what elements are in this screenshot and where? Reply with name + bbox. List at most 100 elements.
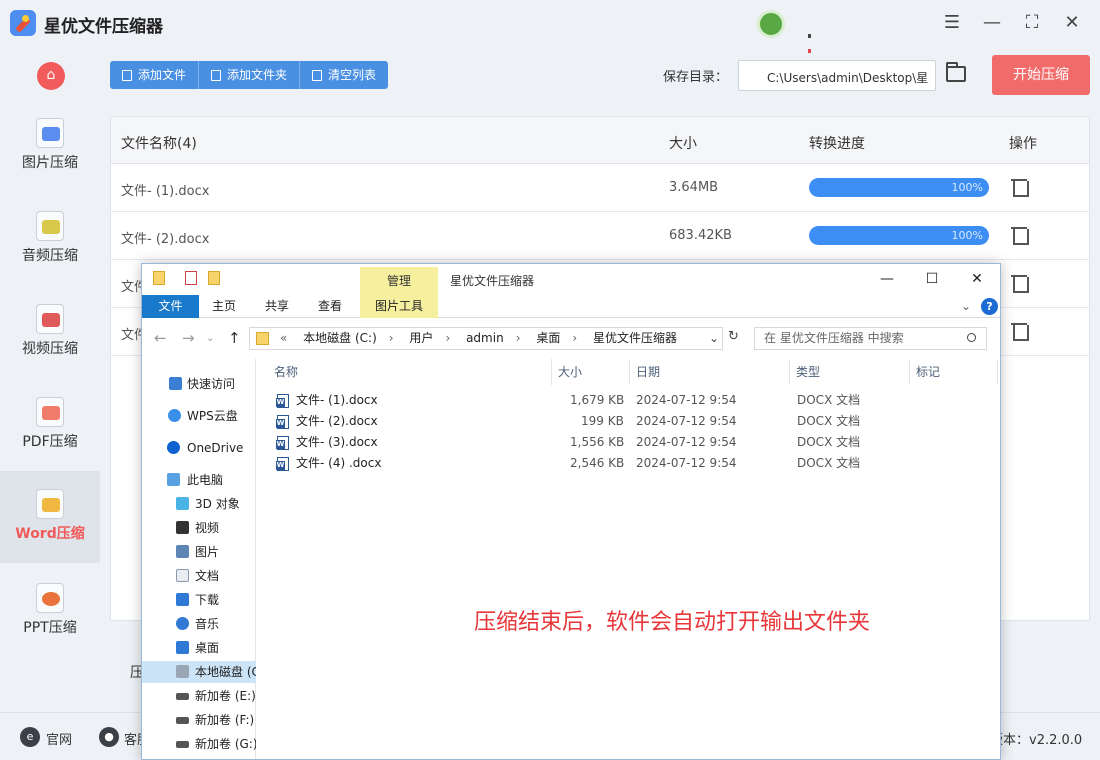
clear-list-button[interactable]: 清空列表 xyxy=(300,61,388,89)
table-row[interactable]: 文件- (2).docx 683.42KB 100% xyxy=(111,212,1089,260)
nav-desktop[interactable]: 桌面 xyxy=(142,637,256,659)
nav-onedrive[interactable]: OneDrive xyxy=(142,437,256,459)
picture-folder-icon xyxy=(176,545,189,558)
breadcrumb-item[interactable]: 星优文件压缩器 xyxy=(593,331,677,345)
progress-text: 100% xyxy=(951,181,983,194)
drive-icon xyxy=(176,741,189,748)
ppt-compress-icon xyxy=(36,583,64,613)
maximize-icon[interactable]: ⛶ xyxy=(1019,10,1045,36)
breadcrumb-item[interactable]: 桌面 xyxy=(536,331,560,345)
nav-drive-e[interactable]: 新加卷 (E:) xyxy=(142,685,256,707)
add-folder-button[interactable]: 添加文件夹 xyxy=(199,61,301,89)
user-info[interactable] xyxy=(808,27,918,53)
col-header-date[interactable]: 日期 xyxy=(630,359,790,385)
clear-list-label: 清空列表 xyxy=(328,68,377,82)
file-row-type: DOCX 文档 xyxy=(797,414,861,428)
file-row[interactable]: 文件- (1).docx 1,679 KB 2024-07-12 9:54 DO… xyxy=(257,390,1000,411)
delete-icon[interactable] xyxy=(1011,272,1029,293)
nav-quick-access[interactable]: 快速访问 xyxy=(142,373,256,395)
breadcrumb-item[interactable]: admin xyxy=(466,331,504,345)
col-header-type[interactable]: 类型 xyxy=(790,359,910,385)
col-header-size[interactable]: 大小 xyxy=(552,359,630,385)
file-row-size: 199 KB xyxy=(581,414,624,428)
explorer-search-input[interactable]: 在 星优文件压缩器 中搜索 xyxy=(754,327,987,350)
word-doc-icon xyxy=(276,457,289,471)
sidebar-item-pdf[interactable]: PDF压缩 xyxy=(0,391,100,483)
sidebar-item-label: 图片压缩 xyxy=(22,155,78,171)
manage-tab[interactable]: 管理 xyxy=(360,267,438,295)
explorer-maximize-icon[interactable]: ☐ xyxy=(917,268,947,290)
save-dir-input[interactable]: C:\Users\admin\Desktop\星 xyxy=(738,60,936,91)
address-dropdown-icon[interactable]: ⌄ xyxy=(709,331,719,345)
nav-pictures[interactable]: 图片 xyxy=(142,541,256,563)
delete-icon[interactable] xyxy=(1011,224,1029,245)
table-row[interactable]: 文件- (1).docx 3.64MB 100% xyxy=(111,164,1089,212)
back-icon[interactable]: ← xyxy=(154,329,167,347)
minimize-icon[interactable]: — xyxy=(979,10,1005,36)
sidebar-item-word[interactable]: Word压缩 xyxy=(0,471,100,563)
delete-icon[interactable] xyxy=(1011,320,1029,341)
nav-wps-cloud[interactable]: WPS云盘 xyxy=(142,405,256,427)
open-folder-icon[interactable] xyxy=(946,62,966,82)
forward-icon[interactable]: → xyxy=(182,329,195,347)
audio-compress-icon xyxy=(36,211,64,241)
user-avatar[interactable] xyxy=(757,10,785,38)
new-folder-icon[interactable] xyxy=(208,271,220,285)
chat-icon[interactable]: ● xyxy=(99,727,119,747)
add-file-button[interactable]: 添加文件 xyxy=(110,61,200,89)
sidebar-item-label: 音频压缩 xyxy=(22,248,78,264)
tab-home[interactable]: 主页 xyxy=(199,295,249,318)
address-bar[interactable]: « 本地磁盘 (C:) › 用户 › admin › 桌面 › 星优文件压缩器 xyxy=(249,327,723,350)
nav-drive-f[interactable]: 新加卷 (F:) xyxy=(142,709,256,731)
file-row[interactable]: 文件- (3).docx 1,556 KB 2024-07-12 9:54 DO… xyxy=(257,432,1000,453)
nav-videos[interactable]: 视频 xyxy=(142,517,256,539)
explorer-file-list: 名称 大小 日期 类型 标记 文件- (1).docx 1,679 KB 202… xyxy=(257,359,1000,759)
col-name: 文件名称(4) xyxy=(121,136,197,152)
tab-picture-tools[interactable]: 图片工具 xyxy=(360,295,438,318)
close-icon[interactable]: ✕ xyxy=(1059,10,1085,36)
refresh-icon[interactable]: ↻ xyxy=(728,329,739,344)
breadcrumb-item[interactable]: 用户 xyxy=(409,331,433,345)
sidebar-item-video[interactable]: 视频压缩 xyxy=(0,298,100,390)
file-icon xyxy=(122,69,132,81)
file-row[interactable]: 文件- (2).docx 199 KB 2024-07-12 9:54 DOCX… xyxy=(257,411,1000,432)
tab-view[interactable]: 查看 xyxy=(305,295,355,318)
nav-this-pc[interactable]: 此电脑 xyxy=(142,469,256,491)
nav-documents[interactable]: 文档 xyxy=(142,565,256,587)
help-icon[interactable]: ? xyxy=(981,298,998,315)
app-titlebar: 星优文件压缩器 ☰ — ⛶ ✕ xyxy=(0,0,1100,53)
properties-icon[interactable] xyxy=(185,271,197,285)
nav-drive-c[interactable]: 本地磁盘 (C xyxy=(142,661,256,683)
explorer-minimize-icon[interactable]: — xyxy=(872,268,902,290)
up-icon[interactable]: ↑ xyxy=(228,329,241,347)
col-header-name[interactable]: 名称 xyxy=(257,359,552,385)
nav-music[interactable]: 音乐 xyxy=(142,613,256,635)
tab-file[interactable]: 文件 xyxy=(142,295,199,318)
nav-3d-objects[interactable]: 3D 对象 xyxy=(142,493,256,515)
breadcrumb-item[interactable]: 本地磁盘 (C:) xyxy=(303,331,377,345)
home-icon[interactable]: ⌂ xyxy=(37,62,65,90)
recent-icon[interactable]: ⌄ xyxy=(206,333,214,344)
cube-icon xyxy=(176,497,189,510)
sidebar-item-label: PDF压缩 xyxy=(22,434,78,450)
website-icon[interactable]: e xyxy=(20,727,40,747)
add-file-label: 添加文件 xyxy=(138,68,187,82)
file-row-name: 文件- (2).docx xyxy=(296,414,378,428)
sidebar-item-image[interactable]: 图片压缩 xyxy=(0,112,100,204)
delete-icon[interactable] xyxy=(1011,176,1029,197)
start-compress-button[interactable]: 开始压缩 xyxy=(992,55,1090,95)
ribbon-expand-icon[interactable]: ⌄ xyxy=(957,295,975,318)
sidebar-item-ppt[interactable]: PPT压缩 xyxy=(0,577,100,669)
website-link[interactable]: 官网 xyxy=(46,729,72,748)
explorer-close-icon[interactable]: ✕ xyxy=(962,268,992,290)
col-header-tags[interactable]: 标记 xyxy=(910,359,998,385)
tab-share[interactable]: 共享 xyxy=(252,295,302,318)
drive-c-icon xyxy=(176,665,189,678)
video-folder-icon xyxy=(176,521,189,534)
settings-icon[interactable]: ☰ xyxy=(939,10,965,36)
sidebar-item-audio[interactable]: 音频压缩 xyxy=(0,205,100,297)
nav-drive-g[interactable]: 新加卷 (G:) xyxy=(142,733,256,755)
nav-downloads[interactable]: 下载 xyxy=(142,589,256,611)
file-row[interactable]: 文件- (4) .docx 2,546 KB 2024-07-12 9:54 D… xyxy=(257,453,1000,474)
address-overflow[interactable]: « xyxy=(280,331,287,345)
